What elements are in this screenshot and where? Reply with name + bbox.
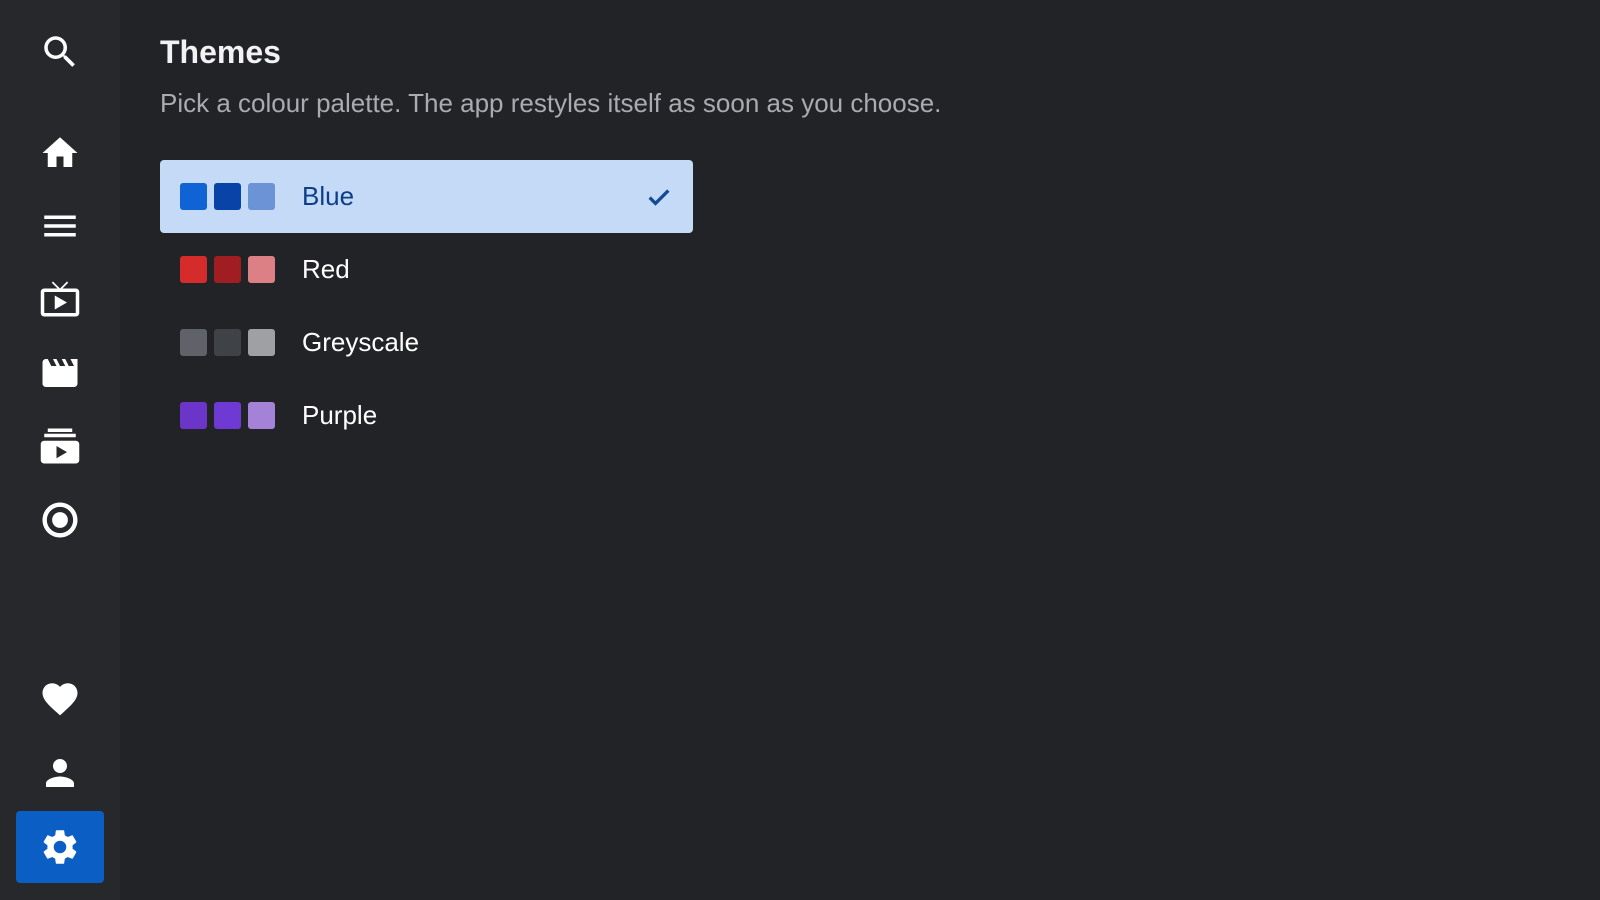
person-icon	[46, 759, 74, 787]
swatch-group	[180, 402, 275, 429]
sidebar-nav	[0, 0, 120, 900]
sidebar-item-settings[interactable]	[16, 811, 104, 883]
home-icon	[42, 137, 78, 167]
swatch-dark	[214, 256, 241, 283]
clapperboard-icon	[42, 359, 78, 387]
theme-label: Greyscale	[302, 327, 420, 357]
swatch-dark	[214, 402, 241, 429]
theme-label: Blue	[302, 181, 355, 211]
swatch-group	[180, 183, 275, 210]
swatch-primary	[180, 256, 207, 283]
swatch-primary	[180, 329, 207, 356]
sidebar-item-menu[interactable]	[16, 190, 104, 262]
sidebar-item-home[interactable]	[16, 117, 104, 189]
video-library-icon	[40, 428, 80, 464]
page-subtitle: Pick a colour palette. The app restyles …	[160, 88, 942, 118]
swatch-group	[180, 256, 275, 283]
search-icon	[44, 36, 75, 67]
sidebar-item-live-tv[interactable]	[16, 263, 104, 335]
sidebar-item-profile[interactable]	[16, 737, 104, 809]
circle-target-icon	[42, 502, 78, 538]
theme-option-greyscale[interactable]: Greyscale	[160, 306, 693, 379]
sidebar-item-favourites[interactable]	[16, 663, 104, 735]
theme-option-purple[interactable]: Purple	[160, 379, 693, 452]
sidebar-item-search[interactable]	[16, 16, 104, 88]
swatch-primary	[180, 183, 207, 210]
swatch-light	[248, 402, 275, 429]
swatch-light	[248, 183, 275, 210]
swatch-light	[248, 329, 275, 356]
sidebar-item-radio[interactable]	[16, 484, 104, 556]
heart-icon	[42, 683, 78, 716]
main-content: Themes Pick a colour palette. The app re…	[160, 0, 1600, 900]
swatch-light	[248, 256, 275, 283]
swatch-primary	[180, 402, 207, 429]
theme-option-red[interactable]: Red	[160, 233, 693, 306]
gear-icon	[43, 830, 77, 864]
swatch-group	[180, 329, 275, 356]
theme-label: Red	[302, 254, 350, 284]
swatch-dark	[214, 329, 241, 356]
sidebar-item-series[interactable]	[16, 410, 104, 482]
tv-icon	[40, 281, 80, 317]
page-title: Themes	[160, 34, 281, 70]
swatch-dark	[214, 183, 241, 210]
menu-icon	[44, 215, 76, 237]
checkmark-icon	[645, 183, 673, 211]
theme-option-blue[interactable]: Blue	[160, 160, 693, 233]
sidebar-item-movies[interactable]	[16, 337, 104, 409]
theme-list: Blue Red Greyscale Purple	[160, 160, 693, 452]
theme-label: Purple	[302, 400, 378, 430]
